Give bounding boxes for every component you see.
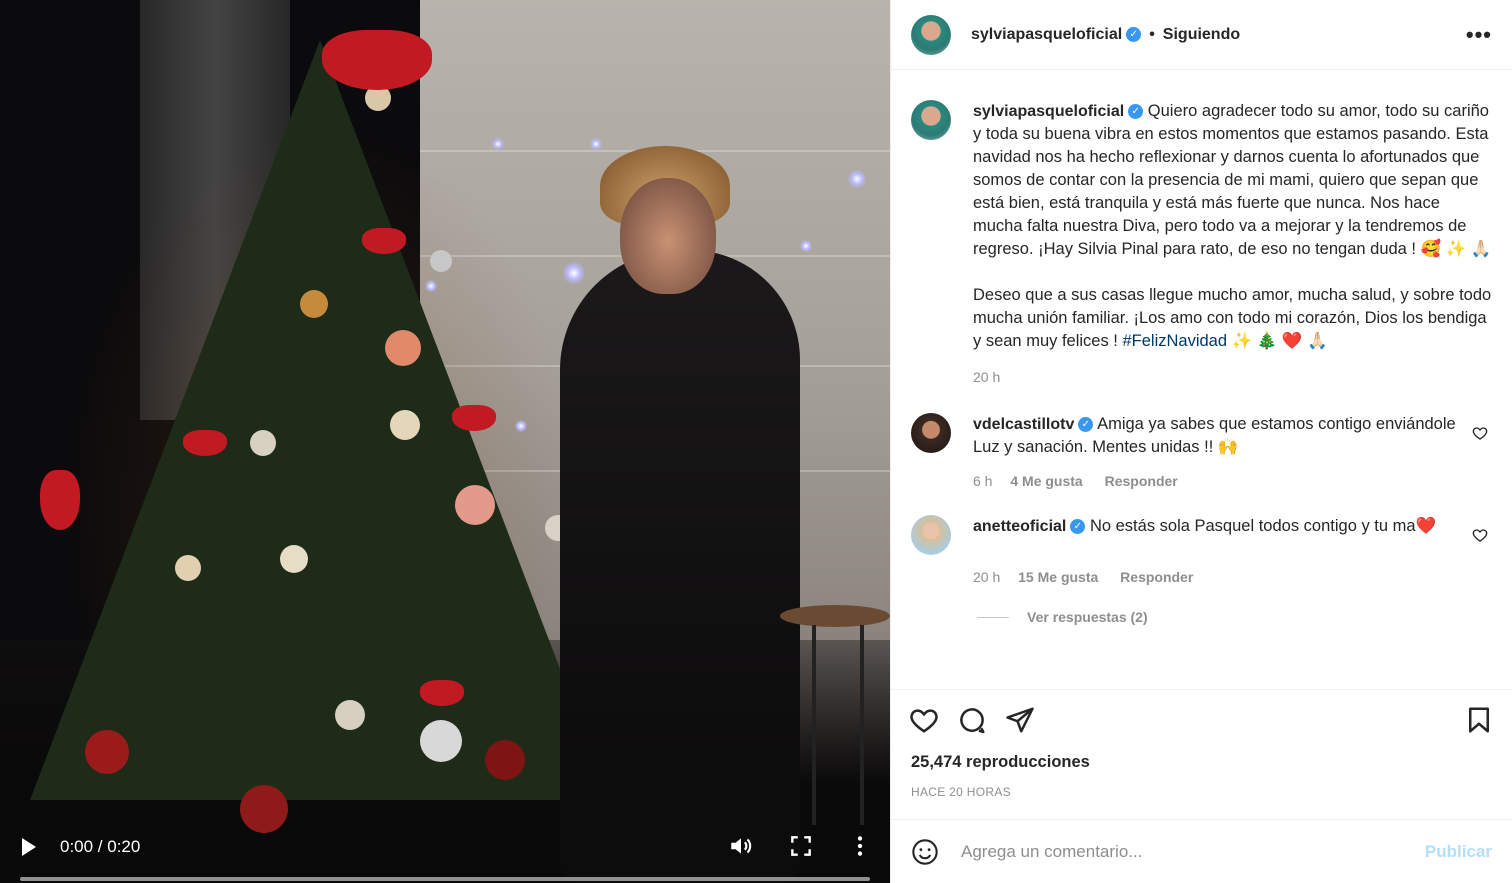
ornament xyxy=(390,410,420,440)
author-avatar[interactable] xyxy=(911,14,951,55)
caption-time: 20 h xyxy=(973,369,1001,385)
emoji-icon[interactable] xyxy=(911,838,939,866)
stool-seat xyxy=(780,605,890,627)
like-comment-heart-icon[interactable] xyxy=(1472,425,1488,441)
comment-text: No estás sola Pasquel todos contigo y tu… xyxy=(1089,517,1437,535)
add-comment-bar: Publicar xyxy=(891,819,1512,883)
caption-paragraph-1: Quiero agradecer todo su amor, todo su c… xyxy=(973,102,1492,258)
publish-button[interactable]: Publicar xyxy=(1425,842,1492,862)
verified-badge-icon: ✓ xyxy=(1128,104,1144,120)
light-sparkle xyxy=(800,240,812,252)
play-icon[interactable] xyxy=(22,838,36,856)
caption-text-block: sylviapasqueloficial ✓ Quiero agradecer t… xyxy=(973,100,1492,353)
comment-time: 20 h xyxy=(973,569,1001,585)
commenter-avatar[interactable] xyxy=(911,413,951,453)
commenter-username[interactable]: anetteoficial xyxy=(973,518,1066,535)
ornament xyxy=(455,485,495,525)
post-actions xyxy=(891,689,1512,749)
post-header: sylviapasqueloficial ✓ • Siguiendo ••• xyxy=(891,0,1512,70)
comment-text-block: vdelcastillotv ✓ Amiga ya sabes que estam… xyxy=(973,413,1463,459)
author-username[interactable]: sylviapasqueloficial xyxy=(971,26,1122,44)
ornament xyxy=(85,730,129,774)
share-paper-plane-icon[interactable] xyxy=(1005,705,1035,735)
tree-bow xyxy=(452,405,496,431)
view-count[interactable]: 25,474 reproducciones xyxy=(891,749,1512,779)
light-sparkle xyxy=(848,170,866,188)
stool-leg xyxy=(860,625,864,825)
comment-input[interactable] xyxy=(961,841,1425,862)
caption-username[interactable]: sylviapasqueloficial xyxy=(973,103,1124,120)
verified-badge-icon: ✓ xyxy=(1126,27,1142,42)
hashtag-link[interactable]: #FelizNavidad xyxy=(1122,332,1227,350)
comment-text-block: anetteoficial ✓ No estás sola Pasquel tod… xyxy=(973,515,1463,538)
tree-bow xyxy=(183,430,227,456)
tree-bow xyxy=(322,30,432,90)
post-caption: sylviapasqueloficial ✓ Quiero agradecer t… xyxy=(911,100,1492,353)
header-separator: • xyxy=(1149,25,1155,43)
comment-item: vdelcastillotv ✓ Amiga ya sabes que estam… xyxy=(911,413,1492,489)
tree-bow xyxy=(420,680,464,706)
more-options-icon[interactable]: ••• xyxy=(1466,22,1492,48)
light-sparkle xyxy=(492,138,504,150)
comment-likes[interactable]: 4 Me gusta xyxy=(1010,473,1082,489)
light-sparkle xyxy=(425,280,437,292)
comment-time: 6 h xyxy=(973,473,993,489)
like-heart-icon[interactable] xyxy=(909,705,939,735)
video-time: 0:00 / 0:20 xyxy=(60,837,141,856)
post-side-panel: sylviapasqueloficial ✓ • Siguiendo ••• s… xyxy=(890,0,1512,883)
ornament xyxy=(300,290,328,318)
reply-button[interactable]: Responder xyxy=(1105,473,1178,489)
light-sparkle xyxy=(515,420,527,432)
person-coat xyxy=(560,250,800,883)
more-vertical-icon[interactable] xyxy=(847,833,873,859)
ornament xyxy=(485,740,525,780)
like-comment-heart-icon[interactable] xyxy=(1472,527,1488,543)
verified-badge-icon: ✓ xyxy=(1070,519,1086,535)
fullscreen-icon[interactable] xyxy=(788,833,814,859)
person-face xyxy=(620,178,716,294)
post-video[interactable]: 0:00 / 0:20 xyxy=(0,0,890,883)
comments-scroll-area[interactable]: sylviapasqueloficial ✓ Quiero agradecer t… xyxy=(891,70,1512,689)
comment-likes[interactable]: 15 Me gusta xyxy=(1018,569,1098,585)
ornament xyxy=(175,555,201,581)
commenter-avatar[interactable] xyxy=(911,515,951,555)
comment-bubble-icon[interactable] xyxy=(957,705,987,735)
ornament xyxy=(385,330,421,366)
light-sparkle xyxy=(590,138,602,150)
view-replies-label: Ver respuestas (2) xyxy=(1027,609,1148,625)
caption-meta: 20 h xyxy=(973,369,1492,385)
post-age: HACE 20 HORAS xyxy=(911,785,1011,799)
tree-bow xyxy=(362,228,406,254)
ornament xyxy=(420,720,462,762)
instagram-post-modal: 0:00 / 0:20 sylviapasqueloficial ✓ • Sig… xyxy=(0,0,1512,883)
caption-author-avatar[interactable] xyxy=(911,100,951,140)
video-progress-bar[interactable] xyxy=(20,877,870,881)
ornament xyxy=(250,430,276,456)
ornament xyxy=(280,545,308,573)
ornament xyxy=(430,250,452,272)
ornament xyxy=(335,700,365,730)
verified-badge-icon: ✓ xyxy=(1078,417,1094,433)
caption-paragraph-2-end: ✨ 🎄 ❤️ 🙏🏻 xyxy=(1227,332,1328,350)
video-controls: 0:00 / 0:20 xyxy=(0,803,890,883)
save-bookmark-icon[interactable] xyxy=(1464,705,1494,735)
volume-icon[interactable] xyxy=(728,833,754,859)
stool-leg xyxy=(812,625,816,825)
following-button[interactable]: Siguiendo xyxy=(1163,26,1240,44)
view-replies-button[interactable]: Ver respuestas (2) xyxy=(977,609,1492,625)
comment-item: anetteoficial ✓ No estás sola Pasquel tod… xyxy=(911,515,1492,625)
light-sparkle xyxy=(563,262,585,284)
tree-bow xyxy=(40,470,80,530)
replies-divider xyxy=(977,616,1009,618)
reply-button[interactable]: Responder xyxy=(1120,569,1193,585)
commenter-username[interactable]: vdelcastillotv xyxy=(973,416,1074,433)
